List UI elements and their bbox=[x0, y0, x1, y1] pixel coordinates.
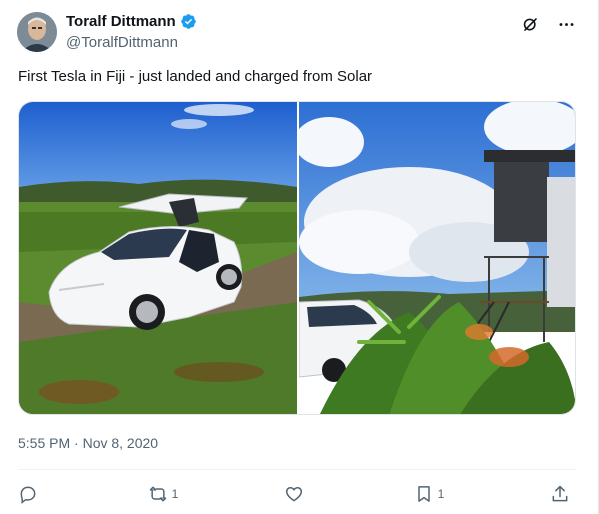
author-name-row: Toralf Dittmann bbox=[66, 13, 197, 30]
bookmark-icon bbox=[417, 486, 430, 502]
photo-tesla-car[interactable] bbox=[19, 102, 297, 414]
grok-icon[interactable] bbox=[520, 14, 540, 34]
bookmark-button[interactable]: 1 bbox=[414, 484, 445, 504]
share-button[interactable] bbox=[550, 484, 574, 504]
photo-solar-structure[interactable] bbox=[299, 102, 575, 414]
avatar[interactable] bbox=[17, 12, 57, 52]
verified-badge-icon bbox=[180, 13, 197, 30]
tweet-header-actions bbox=[520, 14, 576, 34]
retweet-icon bbox=[149, 486, 166, 502]
tweet-text: First Tesla in Fiji - just landed and ch… bbox=[18, 68, 373, 85]
tweet-card: Toralf Dittmann @ToralfDittmann First Te… bbox=[0, 0, 599, 514]
share-icon bbox=[552, 485, 568, 502]
reply-icon bbox=[20, 486, 36, 504]
author-handle[interactable]: @ToralfDittmann bbox=[66, 34, 178, 51]
tweet-timestamp[interactable]: 5:55 PM · Nov 8, 2020 bbox=[18, 435, 158, 451]
retweet-button[interactable]: 1 bbox=[148, 484, 179, 504]
heart-icon bbox=[285, 486, 303, 502]
like-button[interactable] bbox=[284, 484, 308, 504]
author-name[interactable]: Toralf Dittmann bbox=[66, 13, 176, 30]
tweet-actions: 1 1 bbox=[18, 480, 574, 508]
more-icon[interactable] bbox=[556, 14, 576, 34]
reply-button[interactable] bbox=[18, 484, 42, 504]
bookmark-count: 1 bbox=[437, 487, 445, 501]
retweet-count: 1 bbox=[171, 487, 179, 501]
actions-divider bbox=[18, 469, 576, 470]
media-grid bbox=[18, 101, 576, 415]
